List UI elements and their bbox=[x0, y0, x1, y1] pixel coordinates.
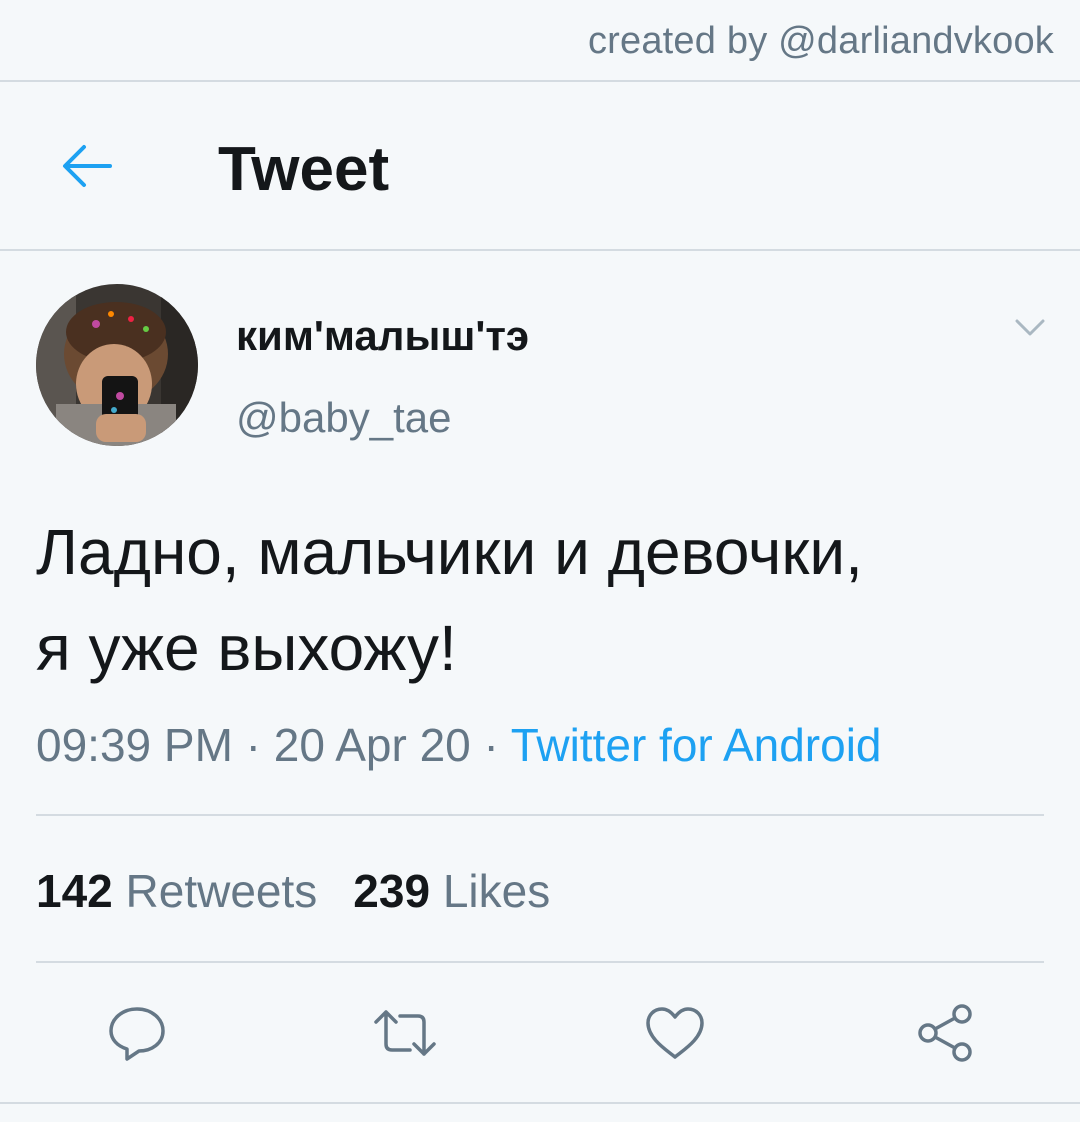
tweet-stats: 142 Retweets 239 Likes bbox=[36, 864, 550, 918]
chevron-down-icon bbox=[1015, 319, 1045, 336]
watermark-credit: created by @darliandvkook bbox=[587, 20, 1054, 62]
retweets-label: Retweets bbox=[125, 865, 318, 917]
divider bbox=[36, 961, 1044, 963]
tweet-metadata: 09:39 PM · 20 Apr 20 · Twitter for Andro… bbox=[36, 718, 882, 772]
retweet-icon bbox=[374, 1010, 436, 1056]
tweet-text: Ладно, мальчики и девочки, я уже выхожу! bbox=[36, 504, 1056, 696]
retweets-stat[interactable]: 142 Retweets bbox=[36, 865, 317, 917]
tweet-text-line: я уже выхожу! bbox=[36, 612, 457, 684]
divider bbox=[0, 249, 1080, 251]
page-title: Tweet bbox=[218, 135, 390, 204]
tweet-text-line: Ладно, мальчики и девочки, bbox=[36, 516, 863, 588]
divider bbox=[0, 1102, 1080, 1104]
author-name[interactable]: ким'малыш'тэ bbox=[236, 312, 529, 360]
likes-stat[interactable]: 239 Likes bbox=[353, 865, 550, 917]
tweet-time: 09:39 PM bbox=[36, 719, 233, 771]
avatar[interactable] bbox=[36, 284, 198, 446]
like-icon bbox=[646, 1007, 704, 1059]
share-icon bbox=[918, 1004, 972, 1062]
share-button[interactable] bbox=[912, 1000, 978, 1066]
like-button[interactable] bbox=[642, 1000, 708, 1066]
likes-count: 239 bbox=[353, 865, 431, 917]
divider bbox=[0, 80, 1080, 82]
reply-button[interactable] bbox=[104, 1000, 170, 1066]
separator: · bbox=[232, 719, 274, 771]
back-arrow-icon bbox=[63, 145, 112, 187]
retweet-button[interactable] bbox=[372, 1000, 438, 1066]
author-handle[interactable]: @baby_tae bbox=[236, 394, 451, 442]
retweets-count: 142 bbox=[36, 865, 113, 917]
back-button[interactable] bbox=[56, 138, 116, 194]
tweet-source-link[interactable]: Twitter for Android bbox=[511, 719, 882, 771]
separator: · bbox=[470, 719, 511, 771]
tweet-menu-button[interactable] bbox=[1014, 316, 1046, 340]
reply-icon bbox=[109, 1007, 165, 1061]
divider bbox=[36, 814, 1044, 816]
tweet-date: 20 Apr 20 bbox=[273, 719, 471, 771]
likes-label: Likes bbox=[442, 865, 551, 917]
